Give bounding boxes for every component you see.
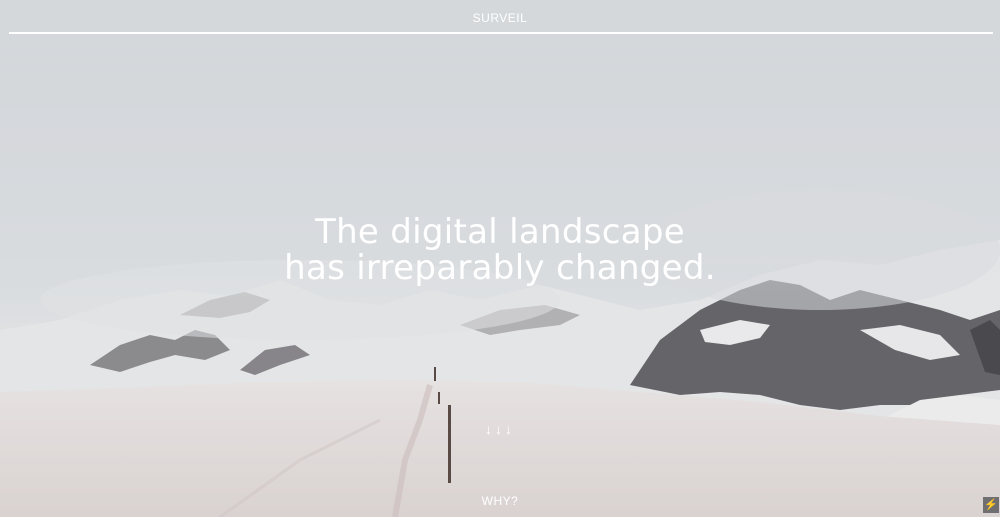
lightning-bolt-icon[interactable]: ⚡ <box>983 497 999 513</box>
brand-logo-link[interactable]: SURVEIL <box>0 11 1000 25</box>
hero-headline-line-1: The digital landscape <box>315 212 685 252</box>
hero-headline: The digital landscape has irreparably ch… <box>0 214 1000 286</box>
hero-headline-line-2: has irreparably changed. <box>284 248 716 288</box>
why-link[interactable]: WHY? <box>0 494 1000 508</box>
landing-page: SURVEIL The digital landscape has irrepa… <box>0 0 1000 517</box>
header-divider <box>9 32 993 34</box>
site-header: SURVEIL <box>0 0 1000 34</box>
scroll-down-arrows-icon[interactable]: ↓↓↓ <box>0 421 1000 437</box>
